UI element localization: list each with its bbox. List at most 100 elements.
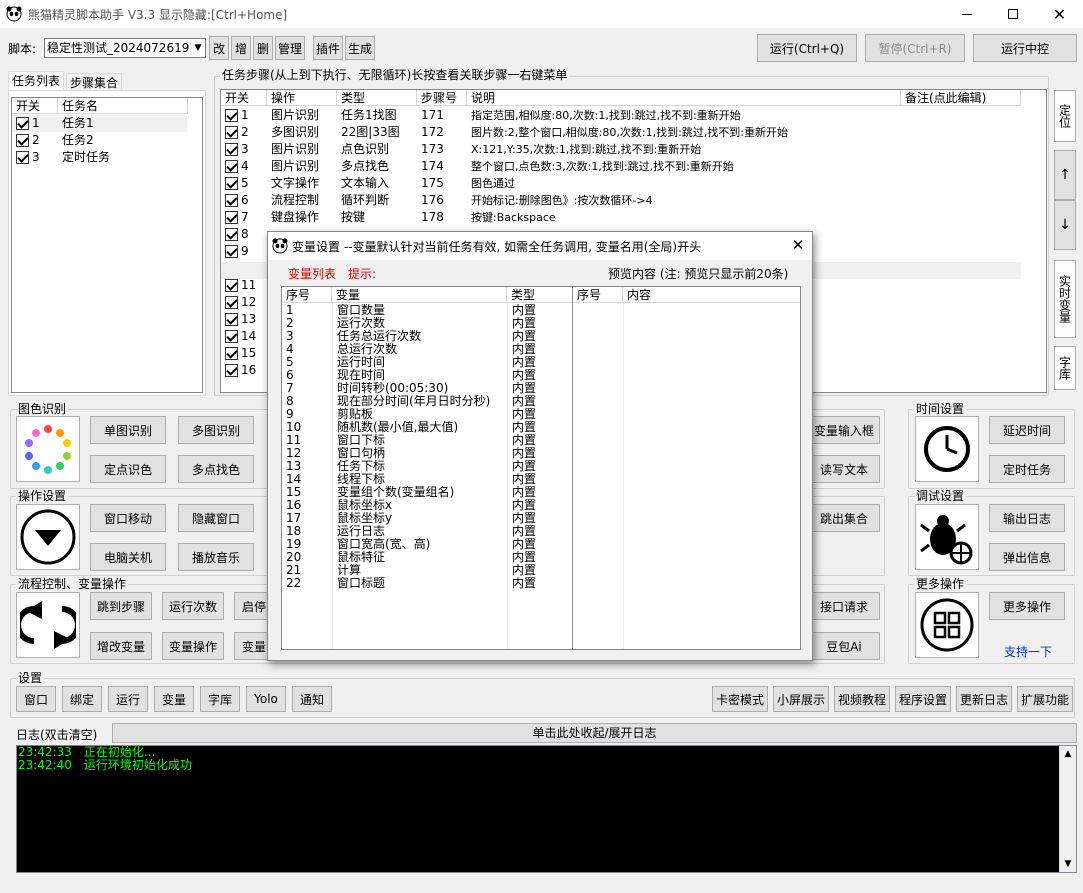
pause-button[interactable]: 暂停(Ctrl+R) [865,34,965,62]
output-log-button[interactable]: 输出日志 [989,504,1065,532]
plugin-button[interactable]: 插件 [313,36,343,60]
variable-row[interactable]: 1 窗口数量 内置 [282,304,572,317]
step-row[interactable]: 5 文字操作 文本输入 175 图色通过 [221,175,1021,192]
play-music-button[interactable]: 播放音乐 [178,543,254,571]
run-control-button[interactable]: 运行中控 [973,34,1077,62]
preview-col-index[interactable]: 序号 [573,287,623,303]
run-count-button[interactable]: 运行次数 [162,592,224,620]
step-checkbox[interactable] [225,211,238,224]
task-checkbox[interactable] [16,134,29,147]
variable-list[interactable]: 序号 变量 类型 1 窗口数量 内置 2 运行次数 内置 3 任务总运行次数 内置 4 总运行次数内… [281,286,573,650]
task-row[interactable]: 2 任务2 [12,132,187,149]
variable-row[interactable]: 21 计算 内置 [282,564,572,577]
variable-row[interactable]: 13 任务下标 内置 [282,460,572,473]
task-col-switch[interactable]: 开关 [12,98,58,114]
settings-right-btn-0[interactable]: 卡密模式 [712,686,768,712]
step-row[interactable]: 4 图片识别 多点找色 174 整个窗口,点色数:3,次数:1,找到:跳过,找不到:重新… [221,158,1021,175]
add-variable-button[interactable]: 增改变量 [90,632,152,660]
dialog-close-icon[interactable]: ✕ [788,236,808,256]
steps-col-switch[interactable]: 开关 [221,90,267,106]
jump-out-collection-button[interactable]: 跳出集合 [808,504,880,532]
log-toggle-bar[interactable]: 单击此处收起/展开日志 [112,723,1077,743]
jump-step-button[interactable]: 跳到步骤 [90,592,152,620]
step-checkbox[interactable] [225,330,238,343]
step-checkbox[interactable] [225,109,238,122]
task-checkbox[interactable] [16,151,29,164]
library-button[interactable]: 字库 [1054,346,1076,390]
doubao-ai-button[interactable]: 豆包Ai [808,632,880,660]
timed-task-button[interactable]: 定时任务 [989,455,1065,483]
variable-row[interactable]: 10 随机数(最小值,最大值) 内置 [282,421,572,434]
step-checkbox[interactable] [225,364,238,377]
popup-message-button[interactable]: 弹出信息 [989,543,1065,571]
variable-row[interactable]: 14 线程下标 内置 [282,473,572,486]
step-row[interactable]: 1 图片识别 任务1找图 171 指定范围,相似度:80,次数:1,找到:跳过,找不到:… [221,107,1021,124]
hide-window-button[interactable]: 隐藏窗口 [178,504,254,532]
settings-right-btn-1[interactable]: 小屏展示 [773,686,829,712]
multi-color-button[interactable]: 多点找色 [178,455,254,483]
variable-row[interactable]: 3 任务总运行次数 内置 [282,330,572,343]
api-request-button[interactable]: 接口请求 [808,592,880,620]
settings-right-btn-5[interactable]: 扩展功能 [1017,686,1073,712]
variable-row[interactable]: 19 窗口宽高(宽、高) 内置 [282,538,572,551]
point-color-button[interactable]: 定点识色 [90,455,166,483]
step-checkbox[interactable] [225,313,238,326]
preview-col-content[interactable]: 内容 [623,287,800,303]
variable-row[interactable]: 15 变量组个数(变量组名) 内置 [282,486,572,499]
step-checkbox[interactable] [225,160,238,173]
settings-btn-3[interactable]: 变量 [154,686,194,712]
variable-row[interactable]: 22 窗口标题 内置 [282,577,572,590]
var-col-name[interactable]: 变量 [332,287,507,303]
variable-op-button[interactable]: 变量操作 [162,632,224,660]
manage-button[interactable]: 管理 [275,36,305,60]
script-select[interactable]: 稳定性测试_2024072619191 ▼ [44,38,206,58]
minimize-icon[interactable] [944,0,990,28]
step-checkbox[interactable] [225,228,238,241]
steps-col-type[interactable]: 类型 [337,90,417,106]
variable-row[interactable]: 6 现在时间 内置 [282,369,572,382]
steps-col-note[interactable]: 备注(点此编辑) [901,90,1021,106]
step-checkbox[interactable] [225,279,238,292]
steps-col-desc[interactable]: 说明 [467,90,901,106]
settings-btn-4[interactable]: 字库 [200,686,240,712]
task-list[interactable]: 开关 任务名 1 任务1 2 任务2 3 定时任务 [11,97,203,393]
variable-row[interactable]: 4 总运行次数 内置 [282,343,572,356]
step-checkbox[interactable] [225,296,238,309]
variable-row[interactable]: 11 窗口下标 内置 [282,434,572,447]
move-down-button[interactable]: ↓ [1054,200,1076,250]
step-checkbox[interactable] [225,245,238,258]
delete-script-button[interactable]: 删 [253,36,273,60]
var-col-type[interactable]: 类型 [507,287,572,303]
variable-row[interactable]: 17 鼠标坐标y 内置 [282,512,572,525]
step-checkbox[interactable] [225,143,238,156]
shutdown-button[interactable]: 电脑关机 [90,543,166,571]
step-checkbox[interactable] [225,194,238,207]
variable-row[interactable]: 12 窗口句柄 内置 [282,447,572,460]
variable-row[interactable]: 18 运行日志 内置 [282,525,572,538]
task-row[interactable]: 3 定时任务 [12,149,187,166]
edit-script-button[interactable]: 改 [209,36,229,60]
log-scrollbar[interactable]: ▲ ▼ [1059,746,1076,872]
close-icon[interactable]: ✕ [1036,0,1083,28]
move-up-button[interactable]: ↑ [1054,150,1076,200]
log-panel[interactable]: 23:42:33 正在初始化... 23:42:40 运行环境初始化成功 ▲ ▼ [16,745,1077,873]
window-move-button[interactable]: 窗口移动 [90,504,166,532]
read-write-text-button[interactable]: 读写文本 [808,455,880,483]
add-script-button[interactable]: 增 [231,36,251,60]
locate-button[interactable]: 定位 [1054,90,1076,142]
live-variable-button[interactable]: 实时变量 [1054,260,1076,338]
variable-input-button[interactable]: 变量输入框 [808,416,880,444]
support-link[interactable]: 支持一下 [1004,643,1052,660]
generate-button[interactable]: 生成 [345,36,375,60]
step-checkbox[interactable] [225,126,238,139]
settings-btn-0[interactable]: 窗口 [16,686,56,712]
single-image-button[interactable]: 单图识别 [90,416,166,444]
var-col-index[interactable]: 序号 [282,287,332,303]
task-row[interactable]: 1 任务1 [12,115,187,132]
variable-row[interactable]: 7 时间转秒(00:05:30) 内置 [282,382,572,395]
step-row[interactable]: 2 多图识别 22图|33图 172 图片数:2,整个窗口,相似度:80,次数:1,找到… [221,124,1021,141]
variable-row[interactable]: 2 运行次数 内置 [282,317,572,330]
step-row[interactable]: 7 键盘操作 按键 178 按键:Backspace [221,209,1021,226]
maximize-icon[interactable] [990,0,1036,28]
step-checkbox[interactable] [225,177,238,190]
